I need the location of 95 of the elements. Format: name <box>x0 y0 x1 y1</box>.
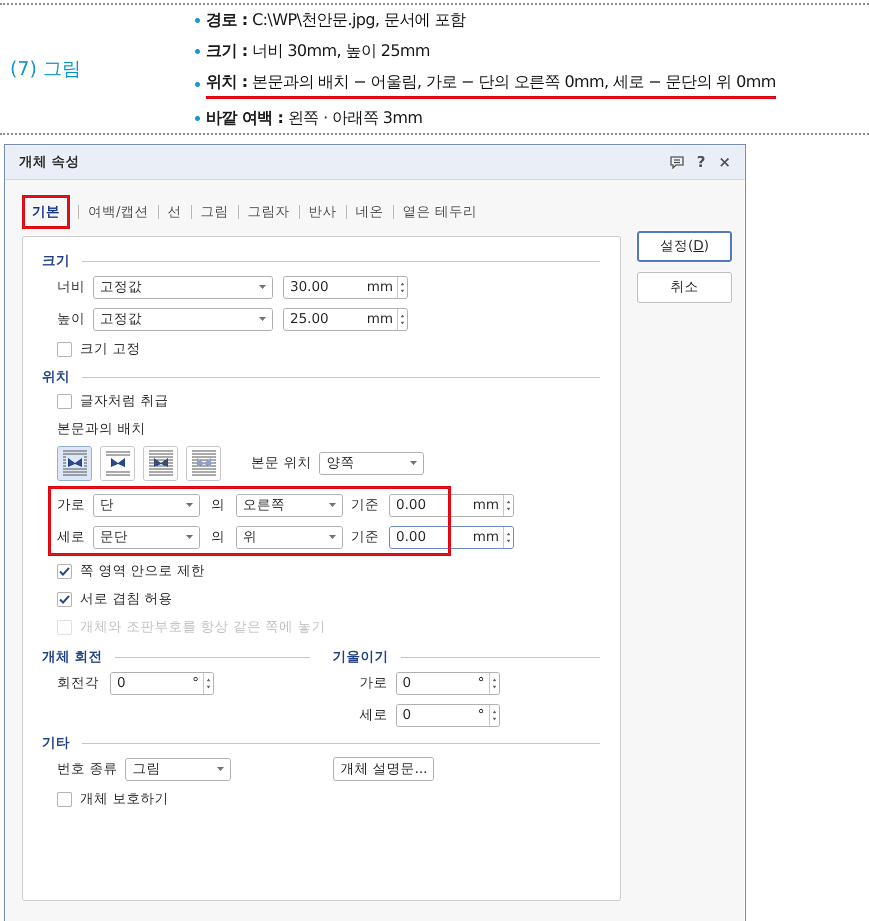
spin-arrows-icon[interactable] <box>397 308 407 330</box>
wrap-option-button[interactable] <box>186 446 221 480</box>
help-button[interactable]: ? <box>696 150 706 174</box>
tab[interactable]: 네온 <box>346 199 393 225</box>
field-label: 기준 <box>351 528 380 547</box>
caret-icon <box>259 285 266 289</box>
field-label: 본문과의 배치 <box>57 420 146 439</box>
field-label: 번호 종류 <box>57 760 118 779</box>
field-label: 세로 <box>57 528 85 547</box>
spec-text: 크기 : 너비 30mm, 높이 25mm <box>206 40 430 62</box>
section-label: (7) 그림 <box>9 56 82 82</box>
checkbox[interactable] <box>57 342 72 356</box>
degree-field[interactable]: 0 ° <box>396 672 500 694</box>
unit-label: ° <box>191 674 200 693</box>
field-label: 높이 <box>57 310 85 329</box>
number-field[interactable]: 30.00 mm <box>283 276 408 298</box>
tab[interactable]: 여백/캡션 <box>79 199 158 225</box>
field-label: 의 <box>210 528 226 547</box>
spin-arrows-icon[interactable] <box>488 704 498 726</box>
window-title: 개체 속성 <box>19 152 81 172</box>
caret-icon <box>217 767 224 771</box>
checkbox-label: 개체와 조판부호를 항상 같은 쪽에 놓기 <box>80 618 326 637</box>
spin-arrows-icon[interactable] <box>203 672 213 694</box>
field-label: 세로 <box>358 706 388 725</box>
offset-field[interactable]: 0.00 mm <box>389 494 514 516</box>
spin-arrows-icon[interactable] <box>488 672 498 694</box>
text-side-dropdown[interactable]: 양쪽 <box>319 452 424 474</box>
spec-text: 위치 : 본문과의 배치 − 어울림, 가로 − 단의 오른쪽 0mm, 세로 − 문단의 위 0mm <box>206 70 776 99</box>
number-type-dropdown[interactable]: 그림 <box>125 758 232 780</box>
bullet-icon <box>195 18 200 22</box>
tab[interactable]: 그림 <box>192 199 238 225</box>
checkbox[interactable] <box>57 592 72 606</box>
close-button[interactable]: × <box>718 150 731 174</box>
memo-icon[interactable] <box>670 156 684 168</box>
checkbox-label: 서로 겹침 허용 <box>80 590 173 609</box>
bullet-icon <box>195 48 200 54</box>
field-label: 너비 <box>57 278 85 297</box>
tab[interactable]: 반사 <box>300 199 346 225</box>
unit-label: mm <box>472 528 500 547</box>
section-heading: 위치 <box>42 368 70 387</box>
spin-arrows-icon[interactable] <box>503 526 513 548</box>
caret-icon <box>186 503 193 507</box>
checkbox-label: 글자처럼 취급 <box>80 392 168 411</box>
dialog-button[interactable]: 설정(D) <box>637 231 732 262</box>
section-heading: 기울이기 <box>332 648 388 667</box>
tab[interactable]: 기본 <box>22 195 70 229</box>
checkbox[interactable] <box>57 564 72 578</box>
field-label: 회전각 <box>57 674 100 693</box>
reference-dropdown[interactable]: 문단 <box>93 526 200 548</box>
checkbox[interactable] <box>57 792 72 806</box>
section-heading: 개체 회전 <box>42 648 103 667</box>
bullet-icon <box>195 116 200 120</box>
section-heading: 크기 <box>42 252 70 271</box>
degree-field[interactable]: 0 ° <box>396 704 500 726</box>
side-dropdown[interactable]: 위 <box>236 526 343 548</box>
unit-label: ° <box>476 706 486 725</box>
side-dropdown[interactable]: 오른쪽 <box>236 494 343 516</box>
degree-field[interactable]: 0 ° <box>110 672 214 694</box>
tab[interactable]: 그림자 <box>238 199 299 225</box>
spec-text: 바깥 여백 : 왼쪽 · 아래쪽 3mm <box>206 107 422 129</box>
mode-dropdown[interactable]: 고정값 <box>93 276 273 298</box>
spin-arrows-icon[interactable] <box>397 276 407 298</box>
checkbox-label: 크기 고정 <box>80 340 140 359</box>
caret-icon <box>186 535 193 539</box>
bullet-icon <box>195 82 200 87</box>
caret-icon <box>410 461 418 465</box>
reference-dropdown[interactable]: 단 <box>93 494 200 516</box>
spec-text: 경로 : C:\WP\천안문.jpg, 문서에 포함 <box>206 9 466 31</box>
field-label: 본문 위치 <box>251 454 312 473</box>
caret-icon <box>329 535 336 539</box>
dialog-button[interactable]: 취소 <box>637 272 732 303</box>
caret-icon <box>259 317 266 321</box>
unit-label: mm <box>366 278 394 297</box>
caret-icon <box>329 503 336 507</box>
checkbox[interactable] <box>57 394 72 408</box>
mode-dropdown[interactable]: 고정값 <box>93 308 273 330</box>
unit-label: mm <box>472 496 500 515</box>
spin-arrows-icon[interactable] <box>503 494 513 516</box>
field-label: 의 <box>210 496 226 515</box>
unit-label: ° <box>476 674 486 693</box>
number-field[interactable]: 25.00 mm <box>283 308 408 330</box>
tab[interactable]: 옅은 테두리 <box>394 199 486 225</box>
wrap-option-button[interactable] <box>100 446 135 480</box>
checkbox-label: 쪽 영역 안으로 제한 <box>80 562 205 581</box>
checkbox-label: 개체 보호하기 <box>80 790 168 809</box>
wrap-option-button[interactable] <box>57 446 92 480</box>
field-label: 가로 <box>358 674 388 693</box>
unit-label: mm <box>366 310 394 329</box>
offset-field[interactable]: 0.00 mm <box>389 526 514 548</box>
field-label: 기준 <box>351 496 380 515</box>
wrap-option-button[interactable] <box>143 446 178 480</box>
tab[interactable]: 선 <box>158 199 191 225</box>
field-label: 가로 <box>57 496 85 515</box>
section-heading: 기타 <box>42 734 70 753</box>
description-button[interactable]: 개체 설명문... <box>333 757 434 781</box>
